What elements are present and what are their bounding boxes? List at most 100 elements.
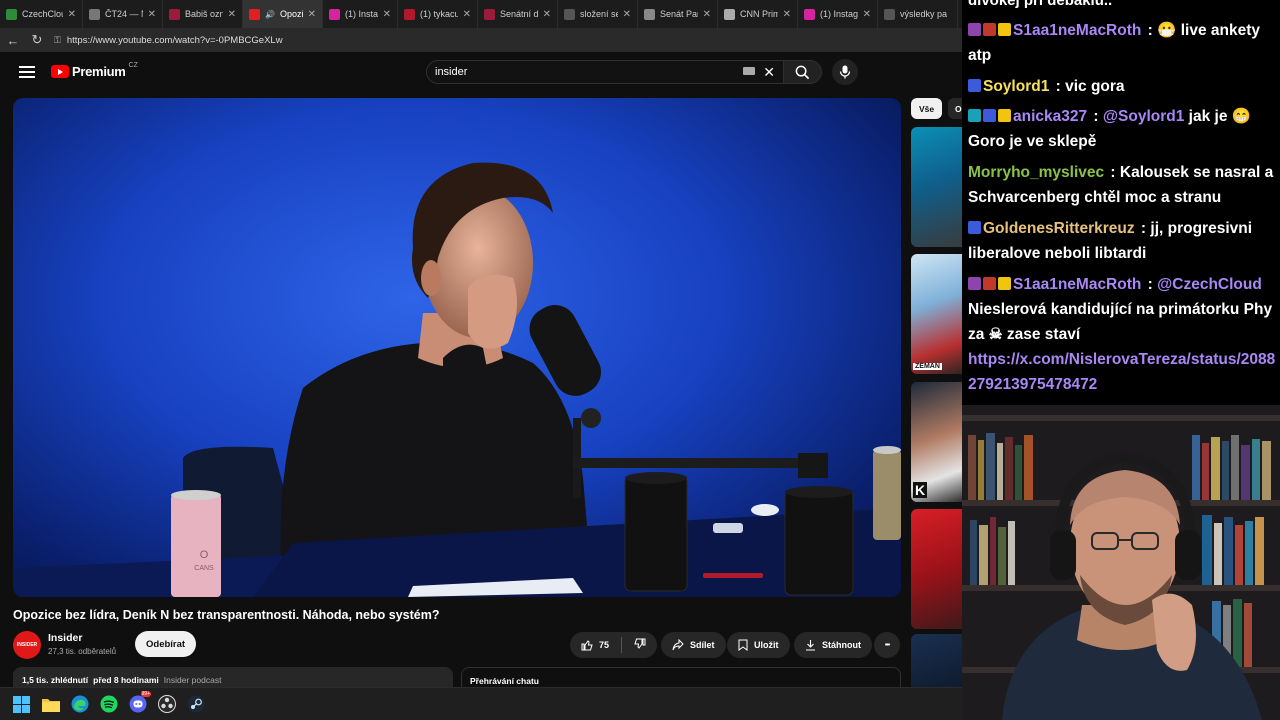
- tab-close-icon[interactable]: ✕: [308, 9, 316, 20]
- site-info-icon[interactable]: ⚿: [54, 35, 61, 46]
- chat-message: GoldenesRitterkreuz : jj, progresivni li…: [968, 220, 1253, 262]
- tab-label: CzechCloud: [22, 9, 63, 19]
- share-button[interactable]: Sdílet: [661, 632, 726, 658]
- more-icon: •••: [884, 641, 890, 649]
- browser-tab-strip: CzechCloud ✕ ČT24 — Nej ✕ Babiš oznám ✕ 🔊 Opozi…: [0, 0, 962, 28]
- video-title: Opozice bez lídra, Deník N bez transpare…: [13, 608, 440, 622]
- tab-label: Senát Parlan: [660, 9, 698, 19]
- svg-text:O: O: [200, 549, 209, 561]
- tab-close-icon[interactable]: ✕: [623, 9, 631, 20]
- recommended-thumbnail[interactable]: [911, 127, 962, 247]
- tab-close-icon[interactable]: ✕: [783, 9, 791, 20]
- keyboard-icon[interactable]: [743, 67, 755, 75]
- spotify-icon[interactable]: [99, 695, 118, 714]
- chat-username[interactable]: S1aa1neMacRoth: [1013, 276, 1141, 293]
- save-button[interactable]: Uložit: [727, 632, 790, 658]
- recommended-thumbnail[interactable]: K: [911, 382, 962, 502]
- search-icon: [795, 65, 810, 79]
- tab-favicon-icon: [484, 8, 495, 20]
- youtube-play-logo-icon: [51, 65, 69, 78]
- like-dislike-group: 75: [570, 632, 658, 658]
- recommended-thumbnail[interactable]: [911, 634, 962, 687]
- recommended-thumbnail[interactable]: [911, 509, 962, 629]
- browser-tab[interactable]: Senát Parlan ✕: [638, 0, 718, 28]
- search-button[interactable]: [784, 60, 822, 84]
- chat-badge-icon: [983, 277, 996, 290]
- chat-replay-label: Přehrávání chatu: [470, 676, 539, 686]
- chip-all[interactable]: Vše: [911, 98, 943, 119]
- chat-message: anicka327 : @Soylord1 jak je 😁 Goro je v…: [968, 108, 1252, 150]
- search-input[interactable]: insider ✕: [426, 60, 784, 84]
- chat-username[interactable]: Soylord1: [983, 78, 1049, 95]
- chat-badge-icon: [968, 23, 981, 36]
- tab-close-icon[interactable]: ✕: [703, 9, 711, 20]
- tab-audio-icon[interactable]: 🔊: [265, 10, 275, 19]
- chat-username[interactable]: Morryho_myslivec: [968, 164, 1104, 181]
- chat-emote-icon: 😷: [1157, 22, 1181, 39]
- chat-username[interactable]: GoldenesRitterkreuz: [983, 220, 1135, 237]
- browser-tab[interactable]: CNN Prima ✕: [718, 0, 798, 28]
- description-box[interactable]: 1,5 tis. zhlédnutí před 8 hodinami Insid…: [13, 667, 453, 687]
- clear-search-icon[interactable]: ✕: [763, 64, 775, 81]
- file-explorer-icon[interactable]: [41, 695, 60, 714]
- back-icon[interactable]: ←: [6, 33, 20, 48]
- like-button[interactable]: 75: [581, 639, 609, 651]
- recommended-thumbnail[interactable]: ZEMAN: [911, 254, 962, 374]
- voice-search-button[interactable]: [832, 59, 858, 85]
- chat-replay-box[interactable]: Přehrávání chatu: [461, 667, 901, 687]
- steam-icon[interactable]: [186, 695, 205, 714]
- channel-avatar[interactable]: INSIDER: [13, 631, 41, 659]
- browser-tab[interactable]: CzechCloud ✕: [0, 0, 83, 28]
- video-frame-image: O CANS: [13, 162, 901, 597]
- browser-toolbar: ← ↻ ⚿ https://www.youtube.com/watch?v=-0…: [0, 28, 962, 52]
- address-bar[interactable]: ⚿ https://www.youtube.com/watch?v=-0PMBC…: [54, 31, 954, 49]
- tab-close-icon[interactable]: ✕: [463, 9, 471, 20]
- browser-tab[interactable]: (1) Instagram ✕: [798, 0, 878, 28]
- browser-tab[interactable]: ČT24 — Nej ✕: [83, 0, 163, 28]
- tab-label: ČT24 — Nej: [105, 9, 143, 19]
- chat-badge-icon: [998, 109, 1011, 122]
- chat-link[interactable]: https://x.com/NislerovaTereza/status/208…: [968, 351, 1275, 393]
- taskbar: 99+: [0, 687, 962, 720]
- youtube-page: Premium CZ insider ✕ O CANS Opozice bez …: [0, 52, 962, 687]
- video-player[interactable]: O CANS: [13, 98, 901, 597]
- browser-tab[interactable]: Babiš oznám ✕: [163, 0, 243, 28]
- windows-icon[interactable]: [12, 695, 31, 714]
- chat-badge-icon: [968, 109, 981, 122]
- discord-badge: 99+: [140, 690, 151, 697]
- browser-tab[interactable]: složení sen ✕: [558, 0, 638, 28]
- subscribe-button[interactable]: Odebírat: [135, 631, 197, 657]
- download-button[interactable]: Stáhnout: [794, 632, 872, 658]
- guide-menu-icon[interactable]: [19, 64, 35, 80]
- tab-close-icon[interactable]: ✕: [383, 9, 391, 20]
- edge-icon[interactable]: [70, 695, 89, 714]
- chip-next[interactable]: O: [948, 98, 962, 119]
- more-actions-button[interactable]: •••: [874, 632, 900, 658]
- chat-message: S1aa1neMacRoth : 😷 live ankety atp: [968, 22, 1261, 64]
- chat-username[interactable]: S1aa1neMacRoth: [1013, 22, 1141, 39]
- browser-tab[interactable]: výsledky pa: [878, 0, 958, 28]
- channel-name[interactable]: Insider: [48, 632, 82, 644]
- browser-tab[interactable]: (1) tykacuv ✕: [398, 0, 478, 28]
- tab-label: Senátní duo: [500, 9, 538, 19]
- chat-badge-icon: [968, 277, 981, 290]
- tab-close-icon[interactable]: ✕: [543, 9, 551, 20]
- browser-tab[interactable]: 🔊 Opozic ✕: [243, 0, 323, 28]
- chat-mention[interactable]: @Soylord1: [1103, 108, 1184, 125]
- playlist-link[interactable]: Insider podcast: [164, 675, 222, 687]
- tab-close-icon[interactable]: ✕: [863, 9, 871, 20]
- dislike-button[interactable]: [634, 638, 646, 652]
- tab-close-icon[interactable]: ✕: [228, 9, 236, 20]
- thumbs-up-icon: [581, 640, 593, 651]
- chat-username[interactable]: anicka327: [1013, 108, 1087, 125]
- chat-mention[interactable]: @CzechCloud: [1157, 276, 1262, 293]
- youtube-premium-logo[interactable]: Premium CZ: [51, 62, 138, 79]
- svg-text:CANS: CANS: [194, 565, 214, 572]
- tab-close-icon[interactable]: ✕: [148, 9, 156, 20]
- obs-icon[interactable]: [157, 695, 176, 714]
- browser-tab[interactable]: (1) Instagram ✕: [323, 0, 398, 28]
- tab-close-icon[interactable]: ✕: [68, 9, 76, 20]
- discord-icon[interactable]: 99+: [128, 690, 151, 714]
- browser-tab[interactable]: Senátní duo ✕: [478, 0, 558, 28]
- reload-icon[interactable]: ↻: [30, 32, 44, 48]
